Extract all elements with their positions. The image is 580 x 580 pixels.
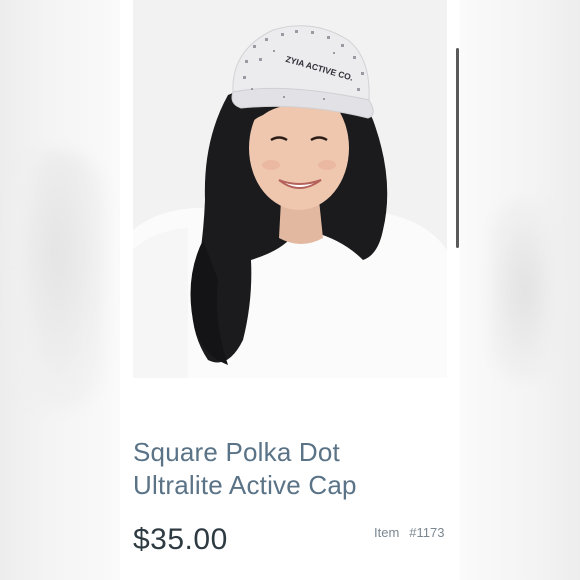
item-number: Item #1173 <box>374 525 444 540</box>
product-title-line-1: Square Polka Dot <box>133 437 340 467</box>
product-image[interactable]: ZYIA ACTIVE CO. <box>133 0 447 378</box>
blurred-background-left <box>0 0 120 580</box>
product-title: Square Polka Dot Ultralite Active Cap <box>133 436 433 502</box>
blurred-figure-left <box>10 150 105 410</box>
item-label: Item <box>374 525 400 540</box>
product-title-line-2: Ultralite Active Cap <box>133 470 357 500</box>
product-price: $35.00 <box>133 523 228 556</box>
item-number-value: #1173 <box>409 525 445 540</box>
scrollbar-thumb[interactable] <box>456 48 459 248</box>
model-photo: ZYIA ACTIVE CO. <box>133 0 447 378</box>
blurred-background-right <box>460 0 580 580</box>
blurred-figure-right <box>490 200 560 380</box>
screen: ZYIA ACTIVE CO. Square Polka Dot Ultrali… <box>0 0 580 580</box>
